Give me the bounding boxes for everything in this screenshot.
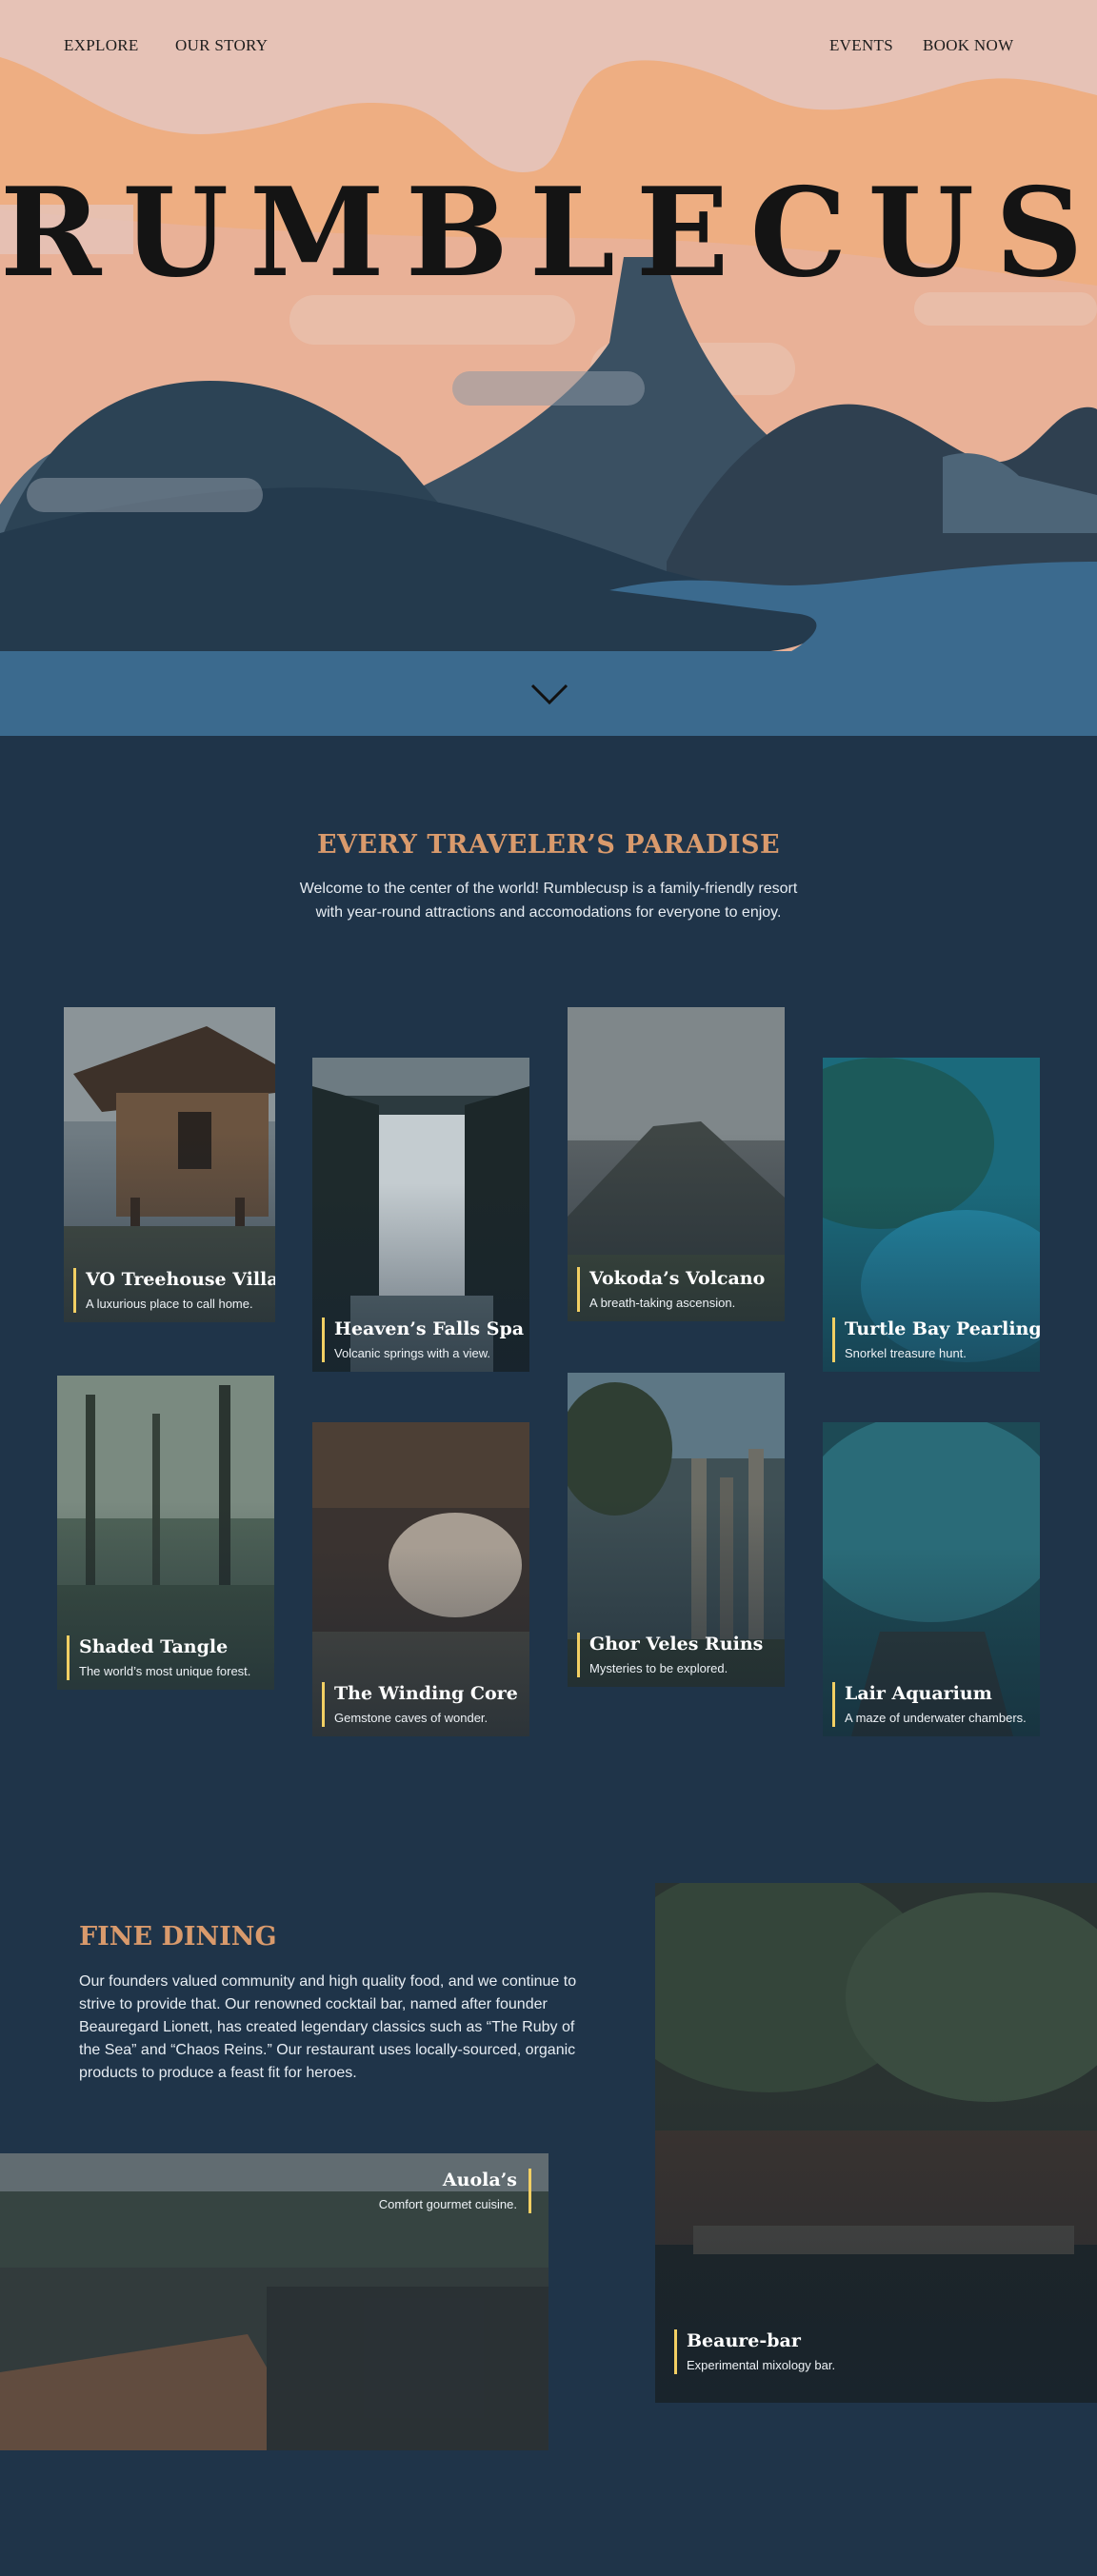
attraction-caption: Ghor Veles Ruins Mysteries to be explore… — [577, 1633, 763, 1677]
nav-events[interactable]: EVENTS — [829, 36, 893, 55]
bar-card[interactable]: Beaure-bar Experimental mixology bar. — [655, 1883, 1097, 2403]
attraction-caption: Turtle Bay Pearling Snorkel treasure hun… — [832, 1318, 1040, 1362]
dining-heading: FINE DINING — [79, 1922, 277, 1952]
bar-caption: Beaure-bar Experimental mixology bar. — [674, 2329, 835, 2374]
nav-explore[interactable]: EXPLORE — [64, 36, 139, 55]
attraction-caption: Heaven’s Falls Spa Volcanic springs with… — [322, 1318, 524, 1362]
attraction-caption: The Winding Core Gemstone caves of wonde… — [322, 1682, 518, 1727]
attraction-card-ruins[interactable]: Ghor Veles Ruins Mysteries to be explore… — [568, 1373, 785, 1687]
nav-our-story[interactable]: OUR STORY — [175, 36, 268, 55]
attraction-card-treehouse[interactable]: VO Treehouse Villas A luxurious place to… — [64, 1007, 275, 1322]
attraction-card-falls-spa[interactable]: Heaven’s Falls Spa Volcanic springs with… — [312, 1058, 529, 1372]
chevron-down-icon[interactable] — [529, 682, 569, 708]
restaurant-card[interactable]: Auola’s Comfort gourmet cuisine. — [0, 2153, 548, 2450]
volcano-landscape-illustration — [0, 0, 1097, 736]
attraction-card-winding-core[interactable]: The Winding Core Gemstone caves of wonde… — [312, 1422, 529, 1736]
paradise-heading: EVERY TRAVELER’S PARADISE — [316, 830, 781, 860]
dining-description: Our founders valued community and high q… — [79, 1973, 577, 2081]
attraction-card-volcano[interactable]: Vokoda’s Volcano A breath-taking ascensi… — [568, 1007, 785, 1321]
paradise-intro: Welcome to the center of the world! Rumb… — [299, 881, 798, 921]
attraction-caption: VO Treehouse Villas A luxurious place to… — [73, 1268, 275, 1313]
attraction-caption: Vokoda’s Volcano A breath-taking ascensi… — [577, 1267, 765, 1312]
attraction-caption: Lair Aquarium A maze of underwater chamb… — [832, 1682, 1027, 1727]
hero-banner: EXPLORE OUR STORY EVENTS BOOK NOW RUMBLE… — [0, 0, 1097, 736]
attraction-card-turtle-bay[interactable]: Turtle Bay Pearling Snorkel treasure hun… — [823, 1058, 1040, 1372]
nav-book-now[interactable]: BOOK NOW — [923, 36, 1013, 55]
attraction-card-aquarium[interactable]: Lair Aquarium A maze of underwater chamb… — [823, 1422, 1040, 1736]
site-title: RUMBLECUSP — [0, 162, 1097, 305]
attraction-caption: Shaded Tangle The world’s most unique fo… — [67, 1635, 250, 1680]
attraction-card-shaded-tangle[interactable]: Shaded Tangle The world’s most unique fo… — [57, 1376, 274, 1690]
restaurant-caption: Auola’s Comfort gourmet cuisine. — [379, 2169, 531, 2213]
